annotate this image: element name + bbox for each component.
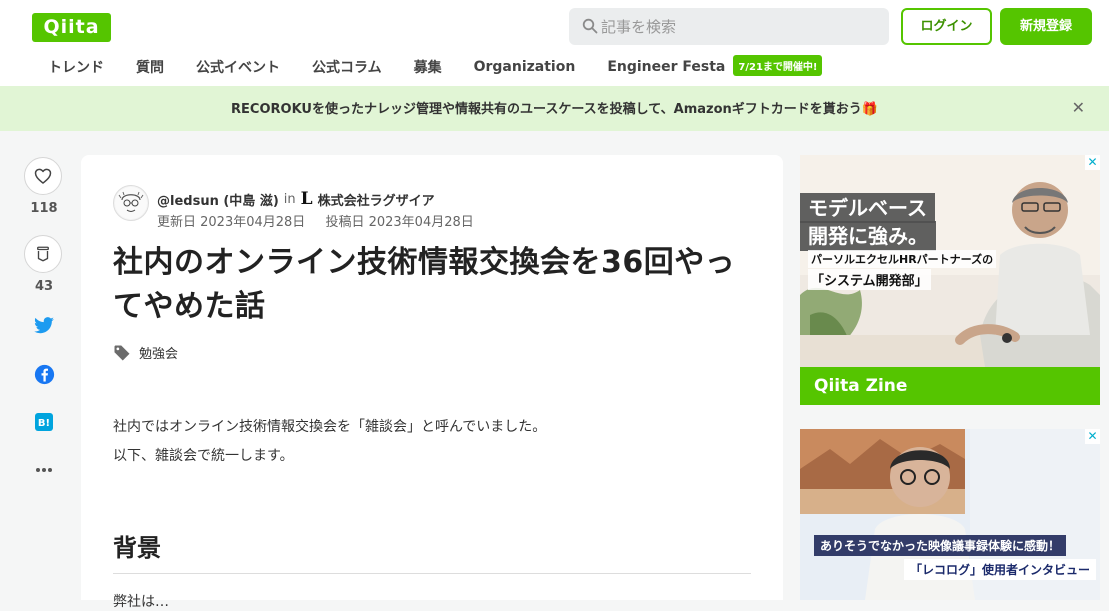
facebook-icon xyxy=(34,364,54,384)
svg-text:B!: B! xyxy=(38,418,50,429)
section-heading: 背景 xyxy=(113,528,751,574)
ad-close-icon[interactable]: ✕ xyxy=(1085,429,1100,444)
updated-date: 更新日 2023年04月28日 xyxy=(157,215,306,230)
login-button[interactable]: ログイン xyxy=(901,8,992,45)
event-badge: 7/21まで開催中! xyxy=(733,54,823,76)
hatena-bookmark-icon: B! xyxy=(35,413,53,431)
nav-item-trend[interactable]: トレンド xyxy=(48,57,104,77)
author-avatar-icon xyxy=(115,187,147,219)
stock-count: 43 xyxy=(34,279,54,294)
qiita-logo[interactable]: Qiita xyxy=(32,13,111,42)
global-nav: トレンド 質問 公式イベント 公式コラム 募集 Organization Eng… xyxy=(32,54,823,79)
avatar[interactable] xyxy=(113,185,149,221)
search-box[interactable] xyxy=(569,8,889,45)
nav-item-engineer-festa[interactable]: Engineer Festa xyxy=(607,59,725,75)
tag-icon xyxy=(114,345,130,360)
ad-subtext: 「システム開発部」 xyxy=(808,269,931,290)
qiita-zine-brand: Qiita Zine xyxy=(800,367,1100,405)
sidebar-ad-1[interactable]: ✕ モデルベース 開発に強み。 パーソルエクセルHRパートナーズの 「システム開… xyxy=(800,155,1100,405)
nav-item-official-events[interactable]: 公式イベント xyxy=(196,57,280,77)
tag-list: 勉強会 xyxy=(113,343,178,362)
nav-item-recruiting[interactable]: 募集 xyxy=(414,57,442,77)
twitter-icon xyxy=(34,317,54,334)
organization-logo[interactable]: L xyxy=(301,189,313,209)
paragraph: 社内ではオンライン技術情報交換会を「雑談会」と呼んでいました。 xyxy=(113,419,547,435)
in-label: in xyxy=(283,191,296,207)
share-hatena-button[interactable]: B! xyxy=(24,410,64,434)
author-name[interactable]: @ledsun (中島 滋) xyxy=(157,190,279,209)
like-button[interactable] xyxy=(24,157,62,195)
ad-close-icon[interactable]: ✕ xyxy=(1085,155,1100,170)
article-card: @ledsun (中島 滋) in L 株式会社ラグザイア 更新日 2023年0… xyxy=(81,155,783,610)
organization-name[interactable]: 株式会社ラグザイア xyxy=(318,190,435,209)
stock-button[interactable] xyxy=(24,235,62,273)
stock-icon xyxy=(37,246,49,262)
search-icon xyxy=(582,18,598,34)
page-title: 社内のオンライン技術情報交換会を36回やってやめた話 xyxy=(113,245,736,324)
banner-text[interactable]: RECOROKUを使ったナレッジ管理や情報共有のユースケースを投稿して、Amaz… xyxy=(0,98,1109,117)
paragraph: 以下、雑談会で統一します。 xyxy=(113,448,294,464)
ad-subtext: 「レコログ」使用者インタビュー xyxy=(904,559,1097,580)
share-facebook-button[interactable] xyxy=(24,362,64,386)
share-twitter-button[interactable] xyxy=(24,314,64,338)
ad-headline: 開発に強み。 xyxy=(800,221,936,251)
tag-item[interactable]: 勉強会 xyxy=(139,343,178,362)
search-input[interactable] xyxy=(601,8,881,45)
ad-subtext: パーソルエクセルHRパートナーズの xyxy=(808,250,997,268)
article-actions: 118 43 B! xyxy=(24,157,64,482)
close-icon[interactable]: ✕ xyxy=(1072,98,1085,117)
signup-button[interactable]: 新規登録 xyxy=(1000,8,1092,45)
sidebar-ad-2[interactable]: ✕ ありそうでなかった映像議事録体験に感動！ 「レコログ」使用者インタビュー xyxy=(800,429,1100,600)
author-line: @ledsun (中島 滋) in L 株式会社ラグザイア xyxy=(157,189,435,209)
article-body: 社内ではオンライン技術情報交換会を「雑談会」と呼んでいました。 以下、雑談会で統… xyxy=(113,413,546,471)
heart-icon xyxy=(34,168,52,184)
announcement-banner: RECOROKUを使ったナレッジ管理や情報共有のユースケースを投稿して、Amaz… xyxy=(0,86,1109,131)
more-actions-button[interactable] xyxy=(24,458,64,482)
paragraph: 弊社は… xyxy=(113,594,169,610)
more-icon xyxy=(36,468,52,472)
ad-headline: モデルベース xyxy=(800,193,935,223)
nav-item-organization[interactable]: Organization xyxy=(474,59,576,75)
article-dates: 更新日 2023年04月28日 投稿日 2023年04月28日 xyxy=(157,211,490,230)
ad-headline: ありそうでなかった映像議事録体験に感動！ xyxy=(814,535,1067,556)
nav-item-questions[interactable]: 質問 xyxy=(136,57,164,77)
site-header: Qiita ログイン 新規登録 トレンド 質問 公式イベント 公式コラム 募集 … xyxy=(0,0,1109,86)
posted-date: 投稿日 2023年04月28日 xyxy=(325,215,474,230)
nav-item-official-columns[interactable]: 公式コラム xyxy=(312,57,382,77)
like-count: 118 xyxy=(30,201,58,216)
